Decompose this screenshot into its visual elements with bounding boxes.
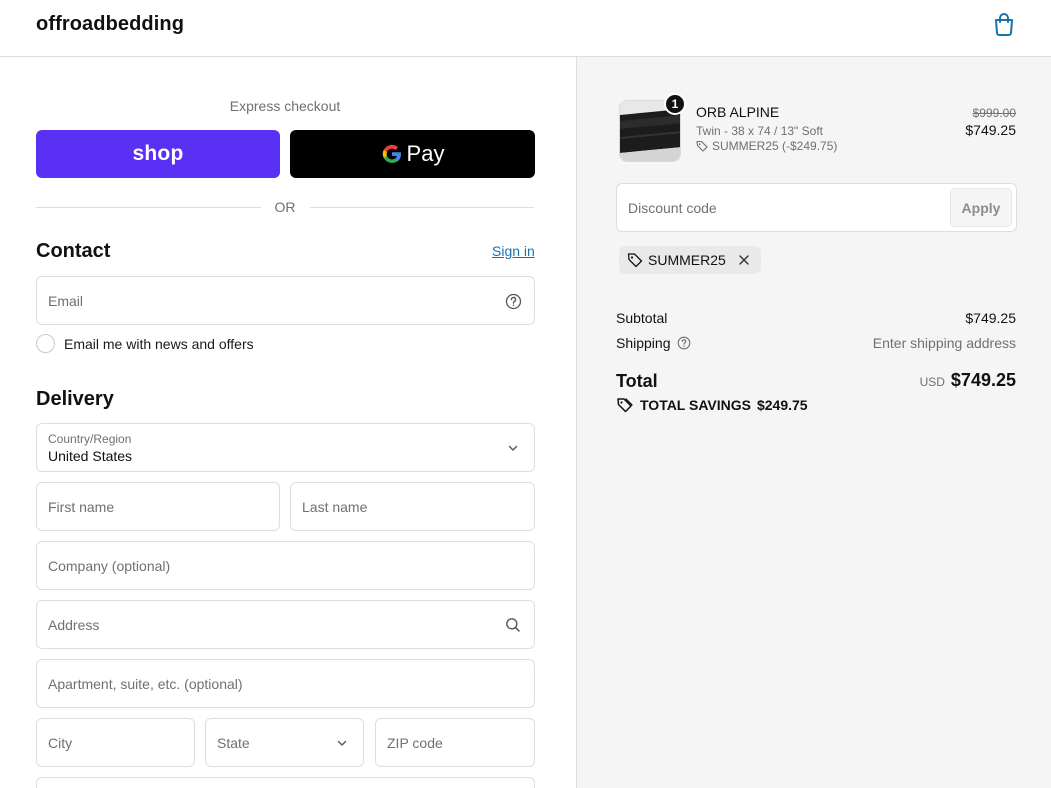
line-discount-label: SUMMER25 (-$249.75): [712, 139, 838, 153]
express-checkout-label: Express checkout: [229, 98, 341, 114]
help-icon[interactable]: [677, 336, 691, 350]
store-logo[interactable]: offroadbedding: [36, 13, 184, 36]
checkout-form: Express checkout shop Pay OR Contact Sig…: [0, 57, 576, 788]
apply-button[interactable]: Apply: [950, 188, 1012, 227]
or-divider: OR: [36, 198, 534, 216]
cart-bag-icon[interactable]: [991, 10, 1017, 38]
state-select[interactable]: State: [205, 718, 364, 767]
chevron-down-icon: [503, 438, 523, 458]
country-label: Country/Region: [48, 432, 132, 446]
chevron-down-icon: [332, 733, 352, 753]
shipping-row: Shipping: [616, 335, 691, 351]
savings-value: $249.75: [756, 397, 808, 413]
savings-label: TOTAL SAVINGS: [640, 397, 751, 413]
city-field[interactable]: City: [36, 718, 195, 767]
tag-icon: [627, 253, 643, 268]
shop-pay-button[interactable]: shop: [36, 130, 280, 178]
apartment-placeholder: Apartment, suite, etc. (optional): [48, 676, 243, 692]
apartment-field[interactable]: Apartment, suite, etc. (optional): [36, 659, 535, 708]
last-name-placeholder: Last name: [302, 499, 368, 515]
divider-line: [309, 206, 534, 208]
discount-placeholder: Discount code: [628, 200, 717, 216]
quantity-badge: 1: [664, 93, 686, 115]
or-label: OR: [274, 199, 296, 215]
shipping-value: Enter shipping address: [872, 335, 1016, 351]
sign-in-link[interactable]: Sign in: [492, 243, 535, 259]
search-icon: [503, 615, 523, 635]
zip-field[interactable]: ZIP code: [375, 718, 535, 767]
phone-field[interactable]: [36, 777, 535, 788]
delivery-title: Delivery: [36, 388, 114, 410]
contact-title: Contact: [36, 240, 111, 262]
last-name-field[interactable]: Last name: [290, 482, 535, 531]
address-placeholder: Address: [48, 617, 100, 633]
help-icon[interactable]: [503, 291, 523, 311]
tag-icon: [617, 398, 633, 413]
applied-code-label: SUMMER25: [648, 252, 726, 268]
total-label: Total: [616, 371, 658, 391]
country-select[interactable]: Country/Region United States: [36, 423, 535, 472]
remove-discount-icon[interactable]: [737, 253, 751, 267]
google-pay-button[interactable]: Pay: [290, 130, 535, 178]
email-placeholder: Email: [48, 293, 84, 309]
applied-discount-chip: SUMMER25: [619, 246, 761, 274]
shipping-label: Shipping: [616, 335, 671, 351]
email-field[interactable]: Email: [36, 276, 535, 325]
company-placeholder: Company (optional): [48, 558, 171, 574]
city-placeholder: City: [48, 735, 73, 751]
shop-pay-label: shop: [132, 142, 184, 165]
line-discount: SUMMER25 (-$249.75): [696, 139, 837, 153]
header: offroadbedding: [0, 0, 1051, 57]
original-price: $999.00: [972, 106, 1016, 120]
first-name-placeholder: First name: [48, 499, 115, 515]
google-pay-label: Pay: [406, 141, 445, 166]
first-name-field[interactable]: First name: [36, 482, 280, 531]
divider-line: [36, 206, 261, 208]
total-savings: TOTAL SAVINGS $249.75: [616, 397, 808, 413]
newsletter-option[interactable]: Email me with news and offers: [36, 334, 254, 353]
total-amount-group: USD $749.25: [920, 370, 1016, 391]
order-summary: 1 ORB ALPINE Twin - 38 x 74 / 13" Soft S…: [576, 57, 1051, 788]
subtotal-value: $749.25: [965, 310, 1016, 326]
tag-icon: [696, 140, 708, 152]
google-g-icon: [382, 144, 401, 164]
discounted-price: $749.25: [965, 122, 1016, 138]
country-value: United States: [48, 448, 133, 464]
newsletter-label: Email me with news and offers: [64, 335, 254, 352]
discount-code-field[interactable]: Discount code Apply: [616, 183, 1017, 232]
total-currency: USD: [919, 375, 945, 389]
total-amount: $749.25: [950, 370, 1016, 390]
company-field[interactable]: Company (optional): [36, 541, 535, 590]
state-placeholder: State: [217, 735, 250, 751]
address-field[interactable]: Address: [36, 600, 535, 649]
subtotal-label: Subtotal: [616, 310, 668, 326]
zip-placeholder: ZIP code: [387, 735, 443, 751]
product-variant: Twin - 38 x 74 / 13" Soft: [696, 124, 823, 138]
product-name: ORB ALPINE: [696, 104, 780, 120]
newsletter-checkbox[interactable]: [36, 334, 55, 353]
